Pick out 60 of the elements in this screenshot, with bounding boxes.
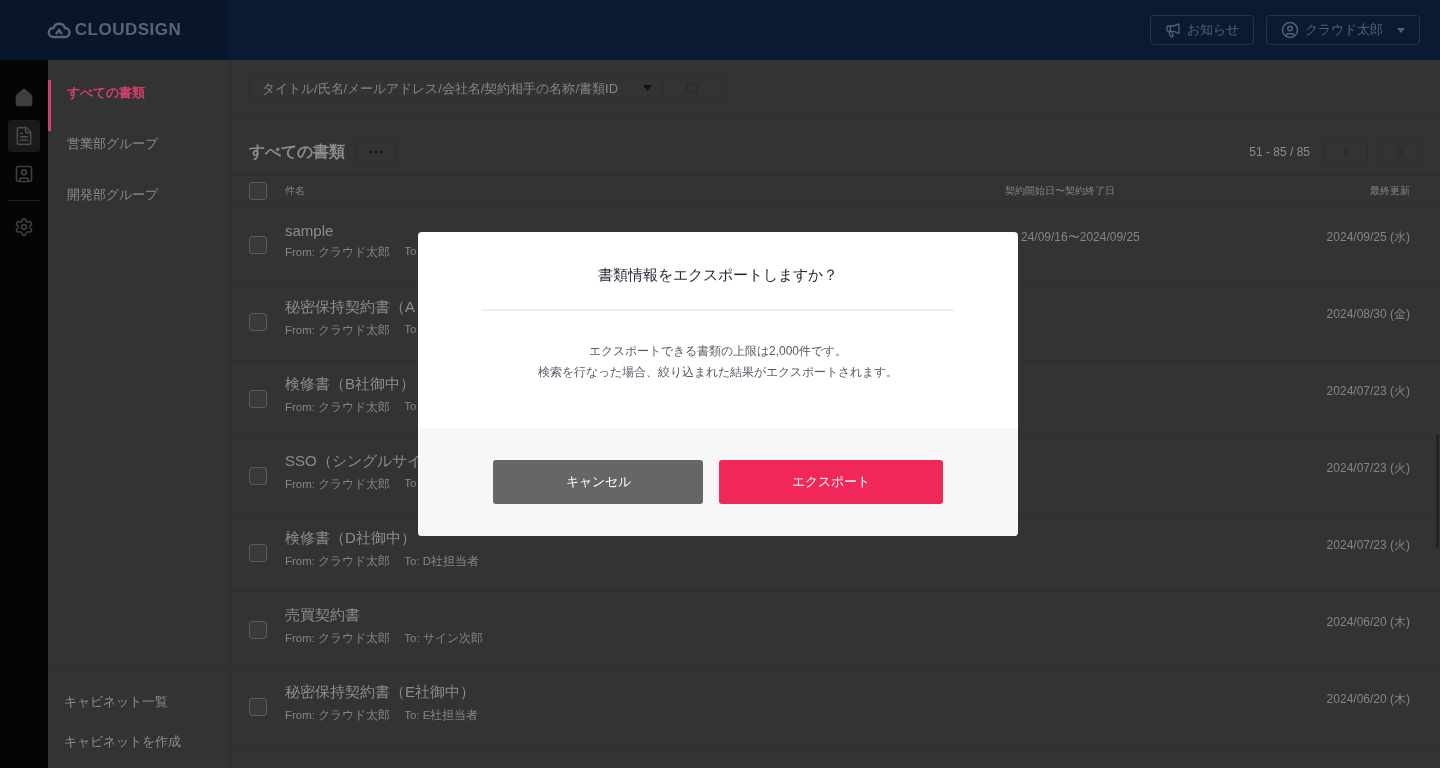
row-checkbox[interactable] (249, 467, 267, 485)
row-checkbox[interactable] (249, 544, 267, 562)
sender: From: クラウド太郎 (285, 477, 391, 492)
updated-date: 2024/07/23 (火) (1326, 382, 1410, 400)
user-icon (1281, 21, 1299, 39)
recipient: To (404, 477, 417, 491)
row-checkbox[interactable] (249, 698, 267, 716)
caret-icon (1397, 27, 1405, 33)
updated-date: 2024/06/20 (木) (1326, 613, 1410, 631)
cancel-button[interactable]: キャンセル (493, 460, 703, 504)
updated-date: 2024/07/23 (火) (1326, 459, 1410, 477)
recipient: To (404, 323, 417, 337)
sender: From: クラウド太郎 (285, 554, 391, 569)
select-all-checkbox[interactable] (249, 182, 267, 200)
document-title[interactable]: 秘密保持契約書（E社御中） (285, 683, 1005, 702)
sender: From: クラウド太郎 (285, 323, 391, 338)
logo: CLOUDSIGN (46, 20, 182, 40)
recipient: To (404, 245, 417, 259)
export-button[interactable]: エクスポート (719, 460, 943, 504)
home-icon (14, 88, 34, 108)
contact-card-icon (14, 164, 34, 184)
sender: From: クラウド太郎 (285, 631, 391, 646)
sidebar-link[interactable]: キャビネットを作成 (48, 722, 230, 762)
documents-nav-item[interactable] (8, 120, 40, 152)
updated-date: 2024/09/25 (水) (1326, 228, 1410, 246)
sender: From: クラウド太郎 (285, 708, 391, 723)
row-checkbox[interactable] (249, 390, 267, 408)
row-checkbox[interactable] (249, 313, 267, 331)
recipient: To: D社担当者 (404, 554, 480, 569)
settings-icon (14, 217, 34, 237)
dialog-title: 書類情報をエクスポートしますか？ (598, 266, 838, 285)
notice-button[interactable]: お知らせ (1150, 15, 1254, 45)
updated-date: 2024/08/30 (金) (1326, 305, 1410, 323)
sidebar-item[interactable]: 開発部グループ (48, 182, 230, 233)
sender: From: クラウド太郎 (285, 400, 391, 415)
updated-date: 2024/06/20 (木) (1326, 690, 1410, 708)
document-icon (14, 126, 34, 146)
column-header: 最終更新 (1370, 184, 1410, 198)
search-field[interactable]: タイトル/氏名/メールアドレス/会社名/契約相手の名称/書類ID (249, 73, 663, 103)
contract-period: 24/09/16〜2024/09/25 (1021, 229, 1140, 244)
row-checkbox[interactable] (249, 621, 267, 639)
sidebar-item[interactable]: 営業部グループ (48, 131, 230, 182)
updated-date: 2024/07/23 (火) (1326, 536, 1410, 554)
list-title: すべての書類 (249, 141, 345, 162)
row-checkbox[interactable] (249, 236, 267, 254)
recipient: To: サイン次郎 (404, 631, 483, 646)
megaphone-icon (1165, 22, 1181, 38)
document-title[interactable]: 売買契約書 (285, 606, 1005, 625)
recipient: To: E社担当者 (404, 708, 479, 723)
more-button[interactable] (355, 137, 397, 167)
user-menu-button[interactable]: クラウド太郎 (1266, 15, 1420, 45)
dialog-message: エクスポートできる書類の上限は2,000件です。 検索を行なった場合、絞り込まれた結果がエクスポートされます。 (538, 343, 898, 381)
caret-icon (643, 85, 652, 91)
column-header: 件名 (285, 184, 306, 198)
sender: From: クラウド太郎 (285, 245, 391, 260)
recipient: To (404, 400, 417, 414)
pagination-count: 51 - 85 / 85 (1249, 145, 1310, 159)
column-header: 契約開始日〜契約終了日 (1005, 184, 1116, 198)
sidebar-item[interactable]: すべての書類 (48, 80, 230, 131)
cloud-logo-icon (46, 20, 71, 40)
